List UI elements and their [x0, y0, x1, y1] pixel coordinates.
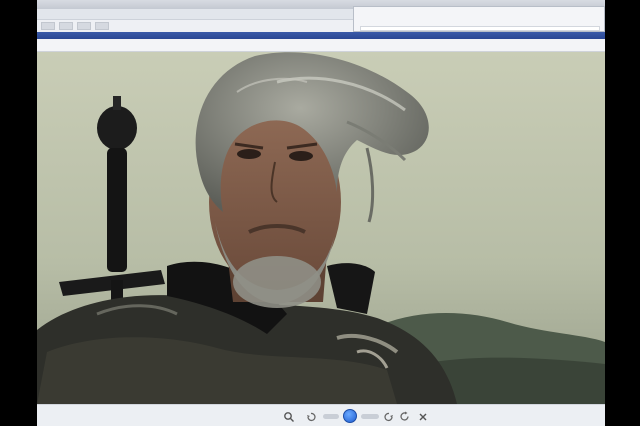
zoom-slider-icon[interactable]: [361, 414, 379, 419]
refresh-icon[interactable]: [399, 411, 411, 422]
delete-icon[interactable]: [417, 411, 429, 422]
zoom-slider-icon[interactable]: [323, 414, 339, 419]
photo-viewport[interactable]: [37, 52, 605, 404]
tab-strip: [37, 39, 605, 52]
panel-input[interactable]: [360, 26, 600, 31]
search-icon[interactable]: [283, 411, 295, 422]
viewer-controls: [37, 404, 605, 426]
toolbar-button[interactable]: [41, 22, 55, 30]
window-chrome: [37, 0, 605, 52]
floating-panel[interactable]: [353, 6, 605, 32]
play-slideshow-icon[interactable]: [343, 409, 357, 423]
photo-viewer-window: [37, 0, 605, 426]
photo: [37, 52, 605, 404]
accent-bar: [37, 32, 605, 39]
toolbar-button[interactable]: [77, 22, 91, 30]
rotate-right-icon[interactable]: [383, 411, 395, 422]
toolbar-button[interactable]: [59, 22, 73, 30]
rotate-left-icon[interactable]: [305, 411, 317, 422]
toolbar-button[interactable]: [95, 22, 109, 30]
